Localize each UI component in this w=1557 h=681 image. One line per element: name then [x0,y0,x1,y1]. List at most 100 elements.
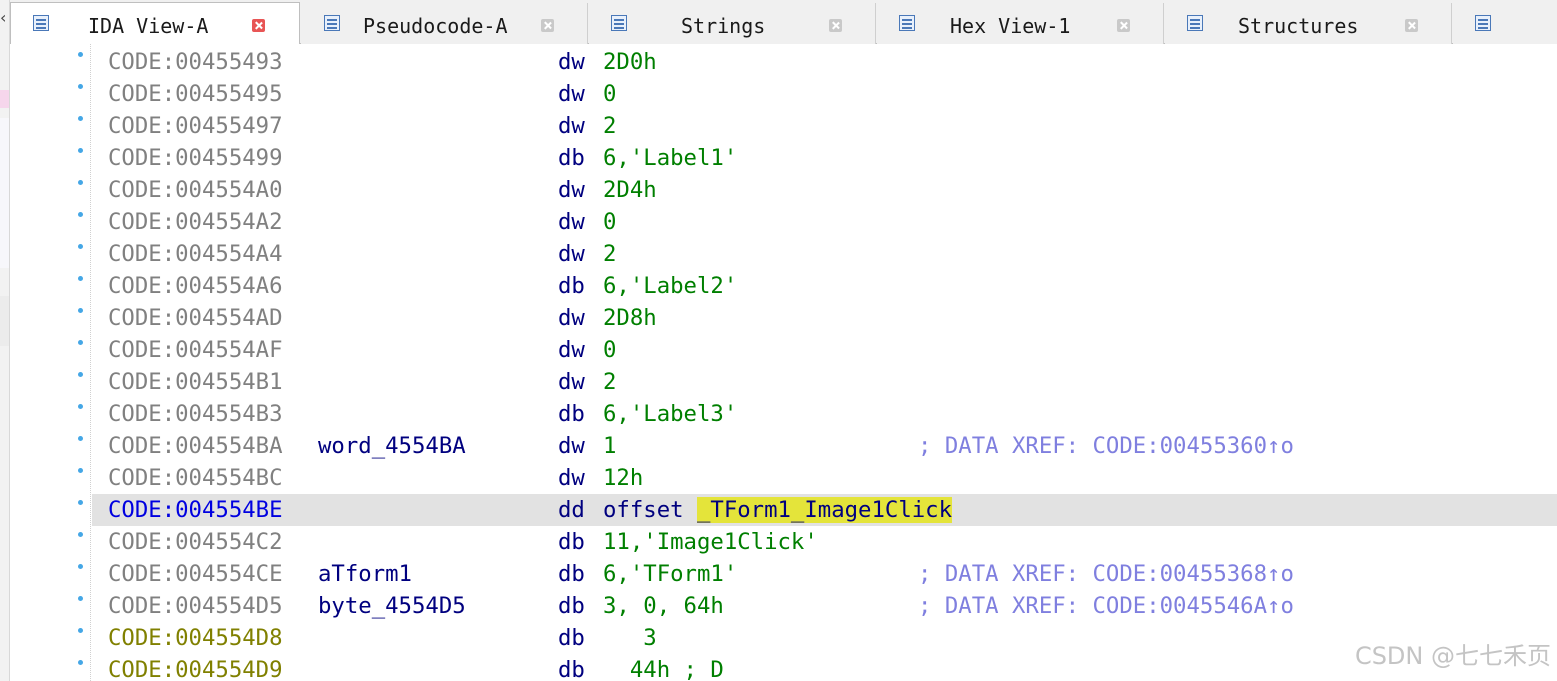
gutter-block [0,296,9,346]
line-bullet-icon [78,628,83,633]
address[interactable]: CODE:00455499 [108,146,283,170]
close-icon[interactable] [541,19,554,32]
operand-prefix: offset [603,497,697,523]
operands: 2D4h [603,177,657,203]
listing-line[interactable]: CODE:004554B3 db 6,'Label3' [10,398,1557,430]
address[interactable]: CODE:004554B1 [108,370,283,394]
left-gutter: ‹ [0,0,10,681]
close-icon[interactable] [1117,19,1130,32]
tab-label: IDA View-A [88,14,209,38]
listing-line[interactable]: CODE:004554BA word_4554BA dw 1 ; DATA XREF: … [10,430,1557,462]
listing-line[interactable]: CODE:004554A0 dw 2D4h [10,174,1557,206]
close-icon[interactable] [829,19,842,32]
listing-line[interactable]: CODE:004554B1 dw 2 [10,366,1557,398]
tab-label: Strings [681,14,766,38]
address[interactable]: CODE:00455497 [108,114,283,138]
listing-icon [33,15,49,31]
tab-ida-view-a[interactable]: IDA View-A [10,2,300,44]
line-bullet-icon [78,660,83,665]
mnemonic: dw [558,433,585,459]
address[interactable]: CODE:004554A2 [108,210,283,234]
mnemonic: dd [558,497,585,523]
disassembly-listing[interactable]: CODE:00455493 dw 2D0h CODE:00455495 dw 0 CODE:… [10,44,1557,681]
listing-line[interactable]: CODE:004554A2 dw 0 [10,206,1557,238]
address[interactable]: CODE:004554A6 [108,274,283,298]
listing-line[interactable]: CODE:00455493 dw 2D0h [10,46,1557,78]
operands: offset _TForm1_Image1Click [603,497,953,523]
operands: 44h ; D [603,657,724,681]
listing-line[interactable]: CODE:004554BC dw 12h [10,462,1557,494]
watermark: CSDN @七七禾页 [1354,642,1551,670]
line-bullet-icon [78,84,83,89]
close-icon[interactable] [1405,19,1418,32]
label-name[interactable]: aTform1 [318,562,412,586]
address[interactable]: CODE:004554A0 [108,178,283,202]
mnemonic: db [558,593,585,619]
address[interactable]: CODE:004554A4 [108,242,283,266]
tab-label: Structures [1238,14,1359,38]
mnemonic: db [558,529,585,555]
mnemonic: dw [558,305,585,331]
mnemonic: dw [558,465,585,491]
operands: 6,'TForm1' [603,561,738,587]
comment: ; DATA XREF: CODE:00455368↑o [918,561,1294,587]
line-bullet-icon [78,564,83,569]
mnemonic: dw [558,241,585,267]
operands: 12h [603,465,644,491]
address[interactable]: CODE:004554D8 [108,626,283,650]
operands: 6,'Label1' [603,145,738,171]
tab-bar: IDA View-A Pseudocode-A Strings Hex View… [10,0,1557,44]
listing-line[interactable]: CODE:004554CE aTform1 db 6,'TForm1' ; DATA X… [10,558,1557,590]
address[interactable]: CODE:00455493 [108,50,283,74]
address[interactable]: CODE:004554D9 [108,658,283,681]
operands: 2 [603,113,617,139]
address[interactable]: CODE:004554BE [108,498,283,522]
selected-listing-line[interactable]: CODE:004554BE dd offset _TForm1_Image1Clic… [78,494,1557,526]
mnemonic: dw [558,209,585,235]
line-bullet-icon [78,116,83,121]
operands: 6,'Label2' [603,273,738,299]
address[interactable]: CODE:004554C2 [108,530,283,554]
address[interactable]: CODE:004554AD [108,306,283,330]
tab-overflow[interactable] [1453,3,1557,44]
close-icon[interactable] [252,19,265,32]
navigation-marker [0,90,9,108]
gutter-block [0,118,9,268]
listing-line[interactable]: CODE:00455497 dw 2 [10,110,1557,142]
listing-line[interactable]: CODE:004554C2 db 11,'Image1Click' [10,526,1557,558]
tab-strings[interactable]: Strings [589,3,876,44]
line-bullet-icon [78,340,83,345]
mnemonic: dw [558,337,585,363]
operands: 1 [603,433,617,459]
operands: 0 [603,209,617,235]
listing-line[interactable]: CODE:004554D9 db 44h ; D [10,654,1557,681]
address[interactable]: CODE:004554AF [108,338,283,362]
listing-line[interactable]: CODE:004554D8 db 3 [10,622,1557,654]
label-name[interactable]: byte_4554D5 [318,594,466,618]
address[interactable]: CODE:004554D5 [108,594,283,618]
listing-line[interactable]: CODE:004554AD dw 2D8h [10,302,1557,334]
tab-structures[interactable]: Structures [1165,3,1452,44]
highlighted-symbol[interactable]: _TForm1_Image1Click [696,497,953,523]
address[interactable]: CODE:004554BC [108,466,283,490]
listing-line[interactable]: CODE:004554A6 db 6,'Label2' [10,270,1557,302]
address[interactable]: CODE:004554BA [108,434,283,458]
listing-line[interactable]: CODE:004554AF dw 0 [10,334,1557,366]
chevron-left-icon[interactable]: ‹ [0,10,6,26]
structures-icon [1187,15,1203,31]
tab-pseudocode-a[interactable]: Pseudocode-A [301,3,588,44]
mnemonic: db [558,625,585,651]
listing-line[interactable]: CODE:004554D5 byte_4554D5 db 3, 0, 64h ; DAT… [10,590,1557,622]
line-bullet-icon [78,436,83,441]
address[interactable]: CODE:004554B3 [108,402,283,426]
tab-hex-view-1[interactable]: Hex View-1 [877,3,1164,44]
mnemonic: db [558,273,585,299]
address[interactable]: CODE:004554CE [108,562,283,586]
listing-line[interactable]: CODE:00455499 db 6,'Label1' [10,142,1557,174]
listing-line[interactable]: CODE:004554A4 dw 2 [10,238,1557,270]
tab-label: Pseudocode-A [363,14,508,38]
label-name[interactable]: word_4554BA [318,434,466,458]
line-bullet-icon [78,212,83,217]
address[interactable]: CODE:00455495 [108,82,283,106]
listing-line[interactable]: CODE:00455495 dw 0 [10,78,1557,110]
